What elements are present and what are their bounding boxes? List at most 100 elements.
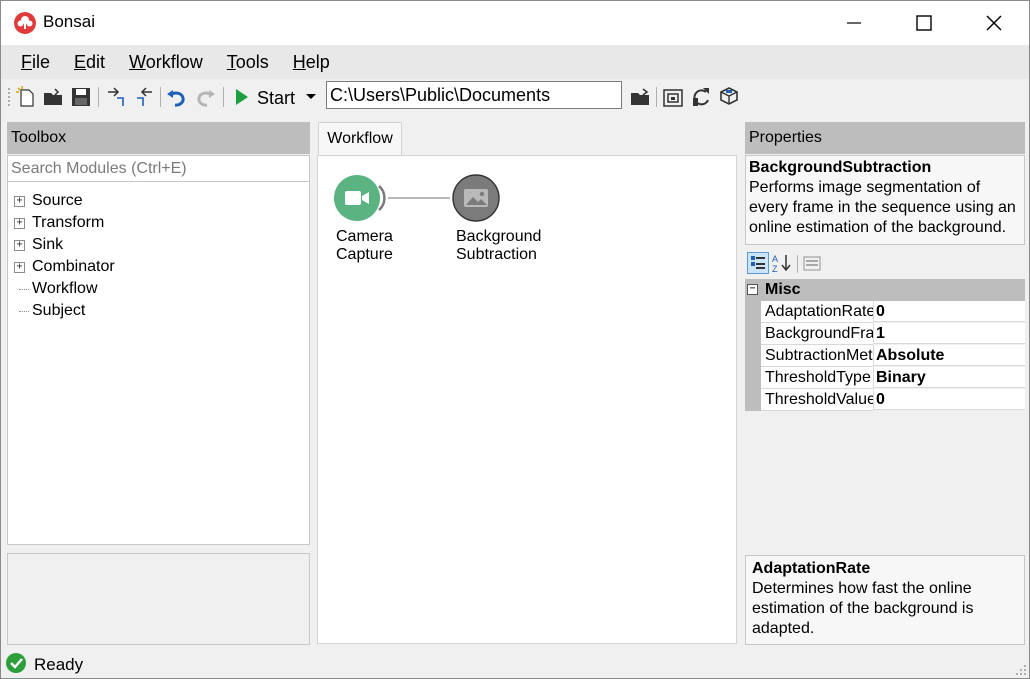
menu-bar: File Edit Workflow Tools Help — [1, 45, 1029, 79]
directory-path-input[interactable] — [326, 81, 622, 109]
minimize-icon — [847, 22, 861, 24]
ungroup-icon — [137, 87, 152, 106]
property-pages-button[interactable] — [801, 252, 823, 274]
node-camera-capture[interactable] — [334, 175, 386, 221]
toolbox-panel: +Source +Transform +Sink +Combinator Wor… — [7, 155, 310, 545]
svg-text:A: A — [772, 254, 778, 264]
visualizer-button[interactable] — [661, 85, 685, 109]
menu-help[interactable]: Help — [281, 45, 342, 79]
collapse-icon[interactable]: − — [747, 284, 758, 295]
property-value[interactable]: 0 — [873, 389, 1025, 410]
expand-icon[interactable]: + — [14, 240, 25, 251]
node-label-background-subtraction: Background Subtraction — [456, 228, 542, 263]
tree-item-transform[interactable]: + Transform — [8, 212, 115, 234]
toolbar-separator — [160, 87, 161, 107]
toolbar-separator — [98, 87, 99, 107]
package-icon — [720, 87, 738, 105]
categorized-button[interactable] — [747, 252, 769, 274]
window-title: Bonsai — [43, 12, 95, 31]
node-background-subtraction[interactable] — [452, 174, 500, 222]
property-value[interactable]: 1 — [873, 323, 1025, 344]
start-dropdown-button[interactable] — [304, 89, 318, 108]
minimize-button[interactable] — [819, 1, 889, 45]
menu-tools[interactable]: Tools — [215, 45, 281, 79]
menu-file[interactable]: File — [1, 45, 62, 79]
toolbar-separator — [656, 87, 657, 107]
workflow-canvas[interactable]: Camera Capture Background Subtraction — [317, 155, 737, 644]
category-misc[interactable]: − Misc — [745, 279, 1025, 301]
sort-alphabetical-icon: A Z — [772, 254, 791, 274]
folder-open-icon — [631, 88, 649, 105]
open-button[interactable] — [41, 85, 65, 109]
app-window: Bonsai File Edit Workflow Tools Help Sta… — [0, 0, 1030, 679]
tree-item-workflow[interactable]: Workflow — [8, 278, 115, 300]
undo-button[interactable] — [165, 85, 189, 109]
start-label[interactable]: Start — [257, 88, 295, 109]
toolbar-separator — [797, 255, 798, 273]
close-button[interactable] — [959, 1, 1029, 45]
ungroup-button[interactable] — [132, 85, 156, 109]
maximize-button[interactable] — [889, 1, 959, 45]
property-row-background-frames[interactable]: BackgroundFrames 1 — [745, 323, 1025, 345]
tree-item-sink[interactable]: + Sink — [8, 234, 115, 256]
image-icon — [464, 189, 488, 207]
alphabetical-button[interactable]: A Z — [771, 252, 793, 274]
save-button[interactable] — [69, 85, 93, 109]
toolbar-grip-icon — [8, 88, 10, 106]
property-pages-icon — [803, 256, 821, 271]
tree-item-subject[interactable]: Subject — [8, 300, 115, 322]
search-modules-input[interactable] — [8, 156, 309, 182]
property-name: SubtractionMethod — [761, 345, 873, 367]
tab-workflow[interactable]: Workflow — [318, 122, 402, 156]
node-label-camera-capture: Camera Capture — [336, 228, 393, 263]
new-file-icon — [16, 86, 34, 107]
tree-item-source[interactable]: + Source — [8, 190, 115, 212]
property-grid: − Misc AdaptationRate 0 BackgroundFrames… — [745, 279, 1025, 549]
new-button[interactable] — [14, 85, 38, 109]
menu-edit[interactable]: Edit — [62, 45, 117, 79]
property-name: BackgroundFrames — [761, 323, 873, 345]
reload-icon — [693, 88, 709, 106]
toolbox-description-box — [7, 553, 310, 645]
expand-icon[interactable]: + — [14, 262, 25, 273]
group-button[interactable] — [104, 85, 128, 109]
toolbox-header: Toolbox — [7, 122, 310, 154]
toolbox-tree: + Source + Transform + Sink + Combinator Wor… — [8, 190, 115, 322]
categorized-icon — [751, 256, 765, 269]
reload-extensions-button[interactable] — [689, 85, 713, 109]
property-row-subtraction-method[interactable]: SubtractionMethod Absolute — [745, 345, 1025, 367]
tree-connector — [19, 289, 29, 290]
redo-icon — [197, 90, 215, 107]
visualizer-icon — [663, 89, 683, 107]
close-icon — [986, 15, 1002, 31]
expand-icon[interactable]: + — [14, 196, 25, 207]
resize-grip-icon[interactable] — [1015, 664, 1027, 676]
property-value[interactable]: Absolute — [873, 345, 1025, 366]
tree-item-combinator[interactable]: + Combinator — [8, 256, 115, 278]
toolbar: Start — [1, 79, 1029, 115]
property-help-box: AdaptationRate Determines how fast the o… — [745, 555, 1025, 645]
expand-icon[interactable]: + — [14, 218, 25, 229]
browse-directory-button[interactable] — [628, 85, 652, 109]
property-row-adaptation-rate[interactable]: AdaptationRate 0 — [745, 301, 1025, 323]
start-button[interactable] — [229, 85, 253, 109]
toolbar-separator — [223, 87, 224, 107]
property-row-threshold-type[interactable]: ThresholdType Binary — [745, 367, 1025, 389]
package-manager-button[interactable] — [717, 85, 741, 109]
play-icon — [236, 89, 248, 105]
redo-button[interactable] — [193, 85, 217, 109]
svg-text:Z: Z — [772, 264, 778, 274]
property-row-threshold-value[interactable]: ThresholdValue 0 — [745, 389, 1025, 411]
property-name: AdaptationRate — [761, 301, 873, 323]
menu-workflow[interactable]: Workflow — [117, 45, 215, 79]
status-bar: Ready — [1, 649, 1029, 678]
property-value[interactable]: 0 — [873, 301, 1025, 322]
undo-icon — [167, 90, 185, 107]
property-value[interactable]: Binary — [873, 367, 1025, 388]
help-property-name: AdaptationRate — [752, 560, 871, 577]
tree-connector — [19, 311, 29, 312]
checkmark-icon — [6, 653, 26, 673]
selected-node-summary: Performs image segmentation of every fra… — [749, 179, 1016, 236]
selected-node-name: BackgroundSubtraction — [749, 159, 932, 176]
title-bar[interactable]: Bonsai — [1, 1, 1029, 45]
